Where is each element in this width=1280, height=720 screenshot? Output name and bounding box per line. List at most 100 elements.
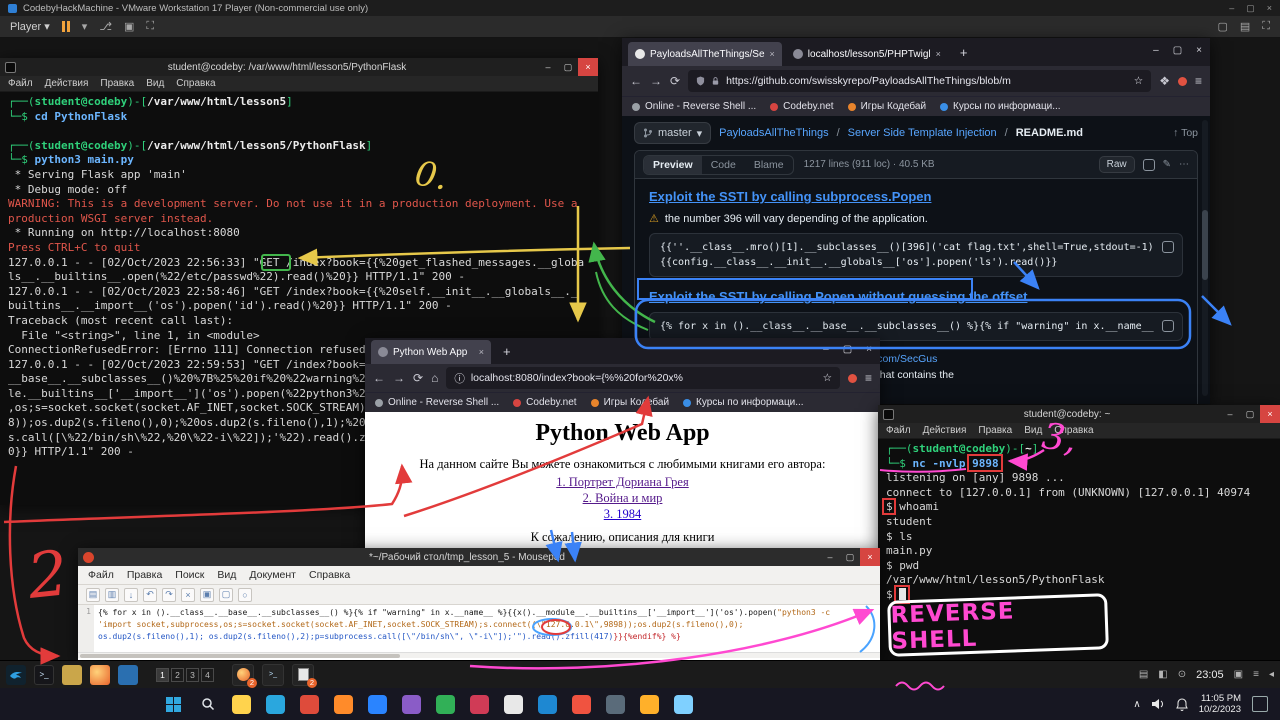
menu-item[interactable]: Действия (923, 425, 967, 436)
book-link[interactable]: 1. Портрет Дориана Грея (365, 475, 880, 490)
hamburger-menu-icon[interactable]: ≡ (1195, 74, 1202, 88)
bookmark-item[interactable]: Курсы по информаци... (683, 397, 804, 408)
ssti-popen-heading[interactable]: Exploit the SSTI by calling Popen withou… (649, 289, 1183, 304)
taskbar-window-firefox[interactable]: 2 (232, 664, 254, 686)
breadcrumb-folder[interactable]: Server Side Template Injection (848, 127, 997, 139)
toolbar-icon[interactable]: ▤ (86, 588, 100, 602)
extensions-icon[interactable]: ❖ (1159, 74, 1170, 88)
close-button[interactable]: × (578, 58, 598, 76)
start-button[interactable] (164, 695, 183, 714)
tab-close-icon[interactable]: × (479, 347, 484, 357)
copy-icon[interactable] (1162, 241, 1174, 253)
minimize-button[interactable]: – (1153, 45, 1159, 56)
taskbar-app-icon[interactable] (300, 695, 319, 714)
minimize-button[interactable]: – (823, 344, 829, 355)
taskbar-app-icon[interactable] (538, 695, 557, 714)
bookmark-item[interactable]: Online - Reverse Shell ... (375, 397, 499, 408)
mousepad-titlebar[interactable]: *~/Рабочий стол/tmp_lesson_5 - Mousepad … (78, 548, 880, 566)
new-tab-button[interactable]: + (495, 344, 519, 359)
book-link[interactable]: 2. Война и мир (365, 491, 880, 506)
menu-item[interactable]: Справка (1054, 425, 1093, 436)
workspace-button[interactable]: 1 (156, 668, 169, 682)
taskbar-app-icon[interactable] (470, 695, 489, 714)
bookmark-star-icon[interactable]: ☆ (1134, 75, 1143, 87)
menu-item[interactable]: Вид (146, 78, 164, 89)
menu-item[interactable]: Файл (886, 425, 911, 436)
forward-button[interactable]: → (650, 74, 662, 88)
forward-button[interactable]: → (393, 371, 405, 385)
taskbar-app-icon[interactable] (368, 695, 387, 714)
maximize-button[interactable]: ▢ (558, 58, 578, 76)
menu-item[interactable]: Правка (100, 78, 134, 89)
taskbar-app-icon[interactable] (640, 695, 659, 714)
maximize-button[interactable]: ▢ (840, 548, 860, 566)
workspace-button[interactable]: 2 (171, 668, 184, 682)
bookmark-item[interactable]: Курсы по информаци... (940, 101, 1061, 112)
menu-item[interactable]: Вид (1024, 425, 1042, 436)
terminal-launcher-icon[interactable]: >_ (34, 665, 54, 685)
minimize-button[interactable]: – (820, 548, 840, 566)
close-button[interactable]: × (1260, 405, 1280, 423)
maximize-button[interactable]: ▢ (1240, 405, 1260, 423)
editor-text[interactable]: {% for x in ().__class__.__base__.__subc… (94, 605, 880, 652)
maximize-icon[interactable]: ▢ (1246, 3, 1255, 14)
caret-down-icon[interactable]: ▾ (82, 20, 88, 33)
blob-tab[interactable]: Blame (745, 156, 793, 174)
snapshot-icon[interactable]: ▣ (124, 20, 134, 33)
breadcrumb-repo[interactable]: PayloadsAllTheThings (719, 127, 828, 139)
browser-launcher-icon[interactable] (118, 665, 138, 685)
keyboard-tray-icon[interactable]: ▣ (1234, 669, 1243, 680)
workspace-button[interactable]: 3 (186, 668, 199, 682)
home-button[interactable]: ⌂ (431, 371, 438, 385)
menu-item[interactable]: Справка (176, 78, 215, 89)
toolbar-icon[interactable]: ▣ (200, 588, 214, 602)
url-bar[interactable]: https://github.com/swisskyrepo/PayloadsA… (688, 70, 1151, 92)
menu-item[interactable]: Вид (217, 569, 236, 581)
menu-item[interactable]: Правка (978, 425, 1012, 436)
back-button[interactable]: ← (373, 371, 385, 385)
toolbar-icon[interactable]: × (181, 588, 195, 602)
taskbar-app-icon[interactable] (232, 695, 251, 714)
menu-item[interactable]: Действия (45, 78, 89, 89)
collapse-tray-icon[interactable]: ◂ (1269, 669, 1274, 680)
menu-item[interactable]: Справка (309, 569, 350, 581)
taskbar-window-editor[interactable]: 2 (292, 664, 314, 686)
tray-up-icon[interactable]: ∧ (1133, 699, 1140, 710)
back-button[interactable]: ← (630, 74, 642, 88)
power-tray-icon[interactable]: ⊙ (1178, 669, 1186, 680)
tab-localhost-phptwig[interactable]: localhost/lesson5/PHPTwigl × (786, 42, 948, 66)
ctrl-alt-del-icon[interactable]: ⎇ (99, 20, 112, 33)
terminal-titlebar[interactable]: student@codeby: ~ – ▢ × (878, 405, 1280, 423)
horizontal-scrollbar[interactable] (78, 652, 880, 658)
windows-clock[interactable]: 11:05 PM 10/2/2023 (1199, 693, 1241, 715)
close-icon[interactable]: × (1267, 3, 1272, 14)
kali-clock[interactable]: 23:05 (1196, 669, 1224, 681)
taskbar-window-terminal[interactable]: >_ (262, 664, 284, 686)
close-button[interactable]: × (1196, 45, 1202, 56)
workspace-button[interactable]: 4 (201, 668, 214, 682)
volume-tray-icon[interactable]: ◧ (1158, 669, 1167, 680)
blob-tab[interactable]: Preview (644, 156, 702, 174)
terminal-output-area[interactable]: ┌──(student@codeby)-[~] └─$ nc -nvlp 989… (878, 439, 1280, 660)
hamburger-menu-icon[interactable]: ≡ (865, 371, 872, 385)
kali-menu-icon[interactable] (6, 665, 26, 685)
toolbar-icon[interactable]: ↓ (124, 588, 138, 602)
bookmark-star-icon[interactable]: ☆ (823, 372, 832, 384)
speaker-icon[interactable] (1152, 698, 1165, 710)
minimize-icon[interactable]: – (1229, 3, 1234, 14)
firefox-launcher-icon[interactable] (90, 665, 110, 685)
pause-icon[interactable] (62, 21, 70, 32)
unity-icon[interactable]: ▢ (1217, 20, 1227, 33)
network-tray-icon[interactable]: ▤ (1139, 669, 1148, 680)
minimize-button[interactable]: – (538, 58, 558, 76)
notification-bell-icon[interactable] (1176, 698, 1188, 711)
close-button[interactable]: × (866, 344, 872, 355)
taskbar-app-icon[interactable] (436, 695, 455, 714)
menu-item[interactable]: Правка (127, 569, 162, 581)
book-link[interactable]: 3. 1984 (365, 507, 880, 522)
bookmark-item[interactable]: Игры Кодебай (591, 397, 669, 408)
close-button[interactable]: × (860, 548, 880, 566)
taskbar-app-icon[interactable] (402, 695, 421, 714)
branch-selector[interactable]: master ▾ (634, 122, 711, 144)
copy-icon[interactable] (1143, 159, 1155, 171)
